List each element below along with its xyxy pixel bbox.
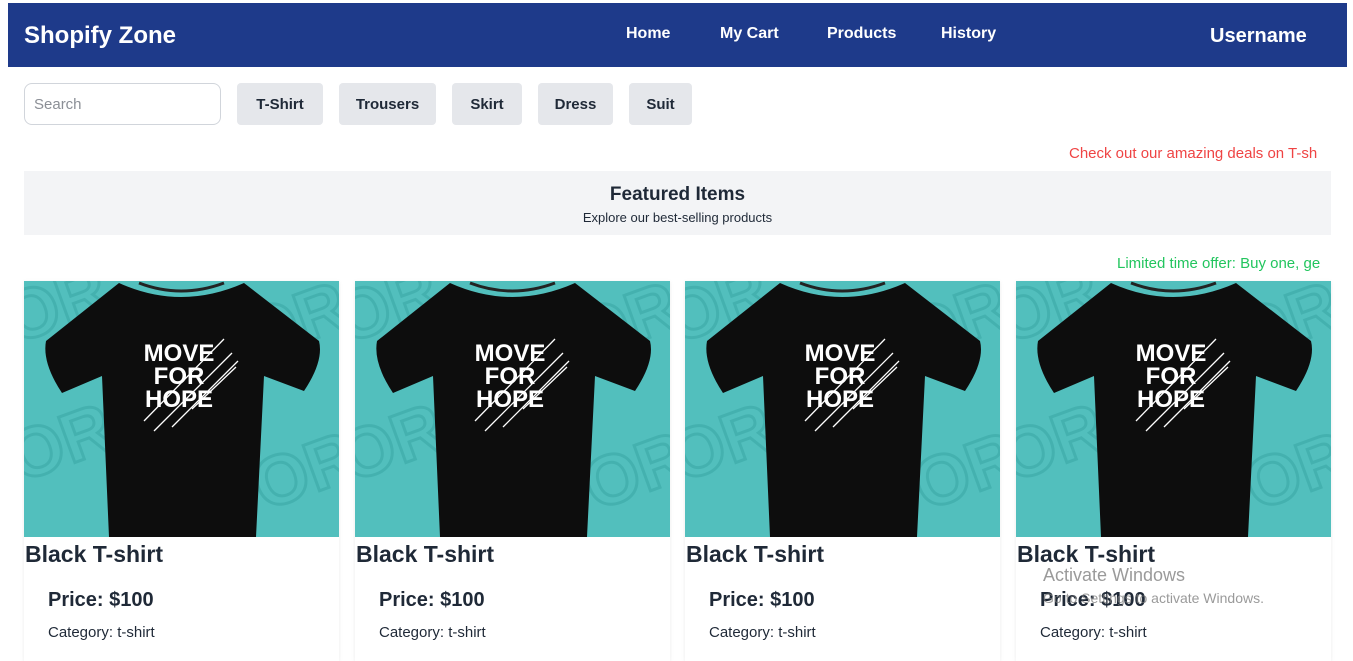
product-name[interactable]: Black T-shirt bbox=[25, 541, 163, 568]
product-price: Price: $100 bbox=[1040, 589, 1146, 611]
product-card[interactable]: OR OR OR OR MOVE FOR HOPE Black T-shirt … bbox=[685, 281, 1000, 661]
category-trousers-button[interactable]: Trousers bbox=[339, 83, 436, 125]
product-card[interactable]: OR OR OR OR MOVE FOR HOPE Black T-shirt … bbox=[24, 281, 339, 661]
product-image[interactable]: OR OR OR OR MOVE FOR HOPE bbox=[355, 281, 670, 537]
shirt-text-line: HOPE bbox=[1137, 386, 1205, 413]
product-name[interactable]: Black T-shirt bbox=[356, 541, 494, 568]
user-menu[interactable]: Username bbox=[1210, 25, 1307, 48]
product-category: Category: t-shirt bbox=[709, 624, 816, 641]
brand-logo[interactable]: Shopify Zone bbox=[24, 22, 176, 50]
featured-subtitle: Explore our best-selling products bbox=[582, 210, 773, 225]
product-image[interactable]: OR OR OR OR MOVE FOR HOPE bbox=[1016, 281, 1331, 537]
nav-history[interactable]: History bbox=[941, 25, 996, 43]
shirt-text-line: HOPE bbox=[476, 386, 544, 413]
nav-my-cart[interactable]: My Cart bbox=[720, 25, 779, 43]
category-dress-button[interactable]: Dress bbox=[538, 83, 613, 125]
category-suit-button[interactable]: Suit bbox=[629, 83, 692, 125]
nav-products[interactable]: Products bbox=[827, 25, 896, 43]
promo-marquee-offer: Limited time offer: Buy one, ge bbox=[1117, 255, 1321, 272]
nav-home[interactable]: Home bbox=[626, 25, 670, 43]
featured-banner: Featured Items Explore our best-selling … bbox=[24, 171, 1331, 235]
product-card[interactable]: OR OR OR OR MOVE FOR HOPE Black T-shirt … bbox=[355, 281, 670, 661]
product-name[interactable]: Black T-shirt bbox=[686, 541, 824, 568]
product-price: Price: $100 bbox=[709, 589, 815, 611]
product-name[interactable]: Black T-shirt bbox=[1017, 541, 1155, 568]
shirt-text-line: HOPE bbox=[145, 386, 213, 413]
product-image[interactable]: OR OR OR OR MOVE FOR HOPE bbox=[24, 281, 339, 537]
navbar: Shopify Zone Home My Cart Products Histo… bbox=[8, 3, 1347, 67]
product-category: Category: t-shirt bbox=[379, 624, 486, 641]
product-card[interactable]: OR OR OR OR MOVE FOR HOPE Black T-shirt … bbox=[1016, 281, 1331, 661]
shirt-text-line: HOPE bbox=[806, 386, 874, 413]
category-skirt-button[interactable]: Skirt bbox=[452, 83, 522, 125]
search-input[interactable] bbox=[24, 83, 221, 125]
featured-title: Featured Items bbox=[609, 184, 746, 205]
product-category: Category: t-shirt bbox=[48, 624, 155, 641]
category-tshirt-button[interactable]: T-Shirt bbox=[237, 83, 323, 125]
product-image[interactable]: OR OR OR OR MOVE FOR HOPE bbox=[685, 281, 1000, 537]
promo-marquee-deals: Check out our amazing deals on T-sh bbox=[1069, 145, 1318, 162]
product-price: Price: $100 bbox=[379, 589, 485, 611]
product-category: Category: t-shirt bbox=[1040, 624, 1147, 641]
product-price: Price: $100 bbox=[48, 589, 154, 611]
